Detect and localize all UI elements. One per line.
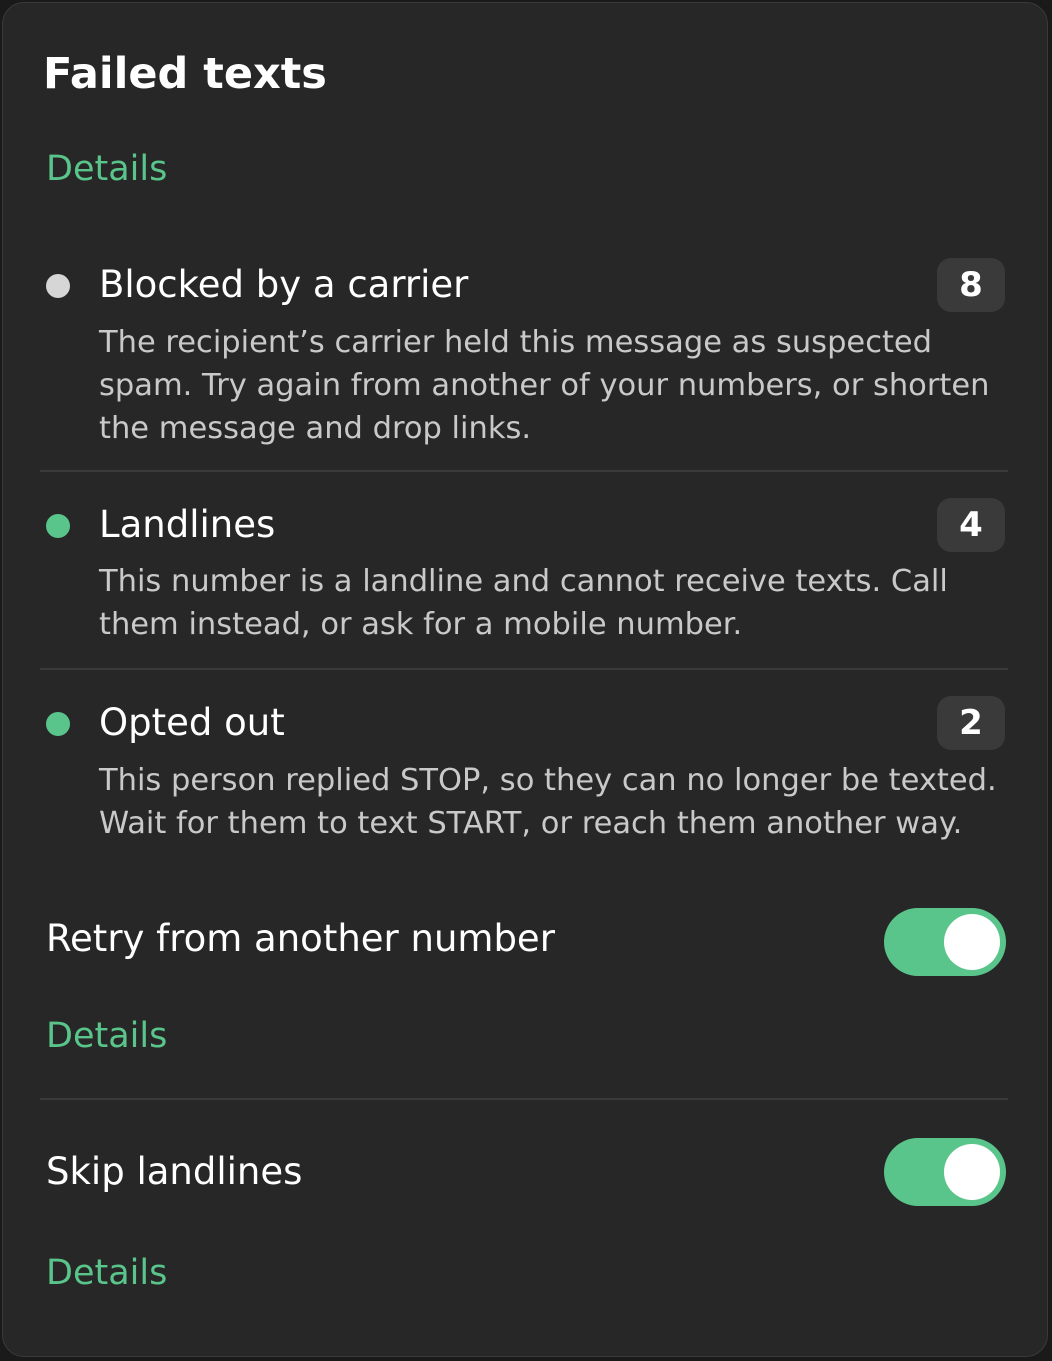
count-badge-landlines: 4: [937, 498, 1005, 552]
status-dot-icon: [46, 712, 70, 736]
description-line: spam. Try again from another of your num…: [99, 368, 990, 403]
description-line: the message and drop links.: [99, 411, 532, 446]
setting-label-retry: Retry from another number: [46, 917, 555, 960]
reason-title-opted-out: Opted out: [99, 701, 285, 744]
divider: [40, 668, 1008, 670]
retry-toggle[interactable]: [884, 908, 1006, 976]
reason-title-blocked: Blocked by a carrier: [99, 263, 469, 306]
description-line: Wait for them to text START, or reach th…: [99, 806, 963, 841]
reason-description-landlines: This number is a landline and cannot rec…: [99, 560, 999, 646]
description-line: The recipient’s carrier held this messag…: [99, 325, 933, 360]
page-title: Failed texts: [43, 49, 327, 99]
divider: [40, 1098, 1008, 1100]
description-line: them instead, or ask for a mobile number…: [99, 607, 743, 642]
divider: [40, 470, 1008, 472]
count-badge-blocked: 8: [937, 258, 1005, 312]
reason-description-opted-out: This person replied STOP, so they can no…: [99, 759, 999, 845]
description-line: This number is a landline and cannot rec…: [99, 564, 948, 599]
details-link-retry[interactable]: Details: [46, 1014, 167, 1058]
reason-title-landlines: Landlines: [99, 503, 276, 546]
skip-landlines-toggle[interactable]: [884, 1138, 1006, 1206]
details-link-skip-landlines[interactable]: Details: [46, 1251, 167, 1295]
status-dot-icon: [46, 514, 70, 538]
toggle-knob: [944, 914, 1000, 970]
reason-description-blocked: The recipient’s carrier held this messag…: [99, 321, 999, 450]
details-link-header[interactable]: Details: [46, 147, 167, 191]
setting-label-skip-landlines: Skip landlines: [46, 1150, 303, 1193]
toggle-knob: [944, 1144, 1000, 1200]
description-line: This person replied STOP, so they can no…: [99, 763, 997, 798]
count-badge-opted-out: 2: [937, 696, 1005, 750]
status-dot-icon: [46, 274, 70, 298]
